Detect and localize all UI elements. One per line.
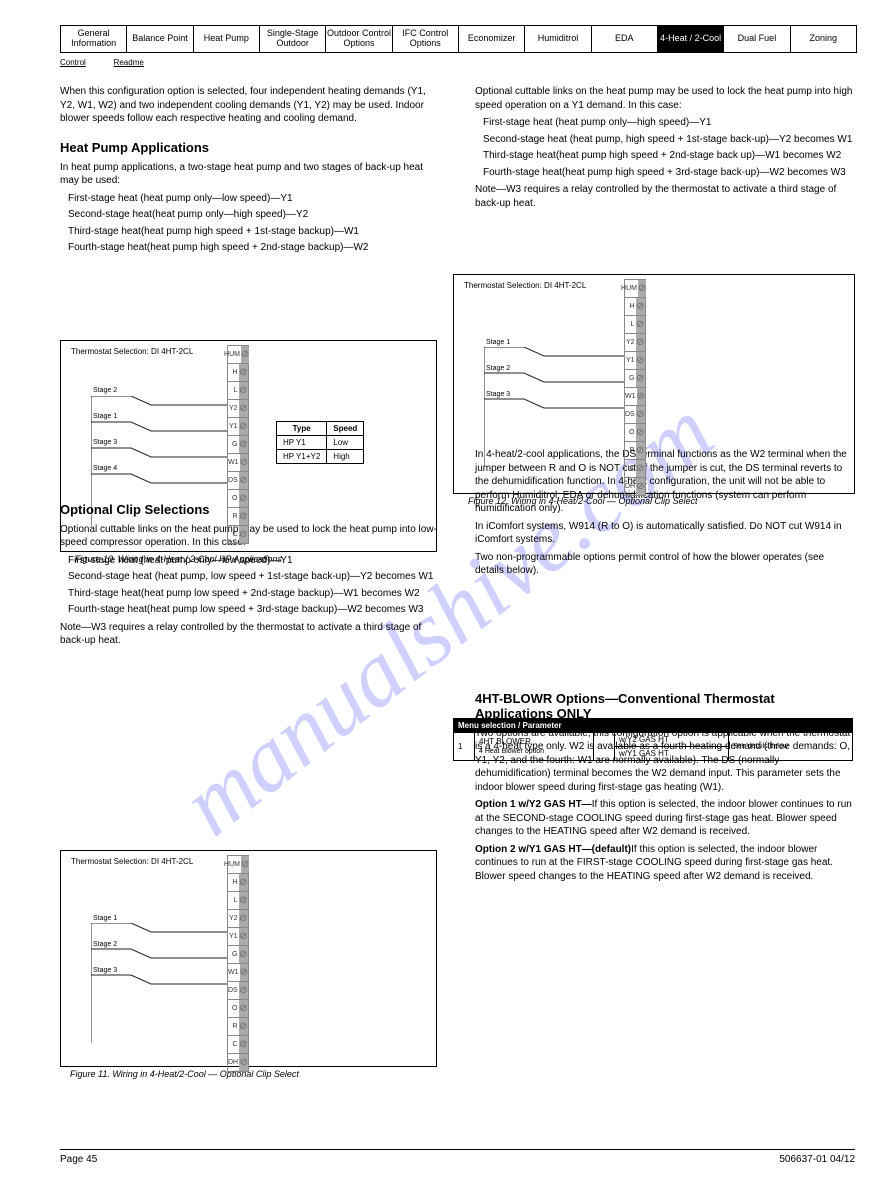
- figure-10: Thermostat Selection: DI 4HT-2CL HUM⊘ H⊘…: [60, 340, 437, 552]
- tab-single-stage-outdoor[interactable]: Single-Stage Outdoor: [260, 26, 326, 52]
- footer-doc: 506637-01 04/12: [779, 1154, 855, 1165]
- config-table: Menu selection / Parameter 1 4HT BLOWER4…: [453, 718, 853, 761]
- right-intro: Optional cuttable links on the heat pump…: [475, 85, 855, 112]
- fig11-lbl-s3: Stage 3: [93, 967, 117, 974]
- fig12-lbl-s2: Stage 2: [486, 365, 510, 372]
- fig11-lbl-s1: Stage 1: [93, 915, 117, 922]
- right-b1d: Fourth-stage heat(heat pump high speed +…: [483, 166, 855, 180]
- left-heading-hp-apps: Heat Pump Applications: [60, 140, 440, 155]
- fig10-lbl-s4: Stage 4: [93, 465, 117, 472]
- left-b1a: First-stage heat (heat pump only—low spe…: [68, 192, 440, 206]
- fig10-caption: Figure 10. Wiring in 4-Heat / 2-Cool HP …: [75, 554, 282, 564]
- left-note1: Note—W3 requires a relay controlled by t…: [60, 621, 440, 648]
- fig12-lbl-s1: Stage 1: [486, 339, 510, 346]
- figure-11: Thermostat Selection: DI 4HT-2CL HUM⊘ H⊘…: [60, 850, 437, 1067]
- left-hp-desc: In heat pump applications, a two-stage h…: [60, 161, 440, 188]
- sublink-control[interactable]: Control: [60, 58, 86, 67]
- tab-dual-fuel[interactable]: Dual Fuel: [724, 26, 790, 52]
- fig12-topnote: Thermostat Selection: DI 4HT-2CL: [464, 281, 586, 290]
- left-b1c: Third-stage heat(heat pump high speed + …: [68, 225, 440, 239]
- fig11-topnote: Thermostat Selection: DI 4HT-2CL: [71, 857, 193, 866]
- tab-general-information[interactable]: General Information: [61, 26, 127, 52]
- tab-zoning[interactable]: Zoning: [791, 26, 856, 52]
- left-b1d: Fourth-stage heat(heat pump high speed +…: [68, 241, 440, 255]
- left-b2d: Fourth-stage heat(heat pump low speed + …: [68, 603, 440, 617]
- tab-outdoor-control-options[interactable]: Outdoor Control Options: [326, 26, 392, 52]
- tab-heat-pump[interactable]: Heat Pump: [194, 26, 260, 52]
- fig11-lbl-s2: Stage 2: [93, 941, 117, 948]
- right-b1a: First-stage heat (heat pump only—high sp…: [483, 116, 855, 130]
- fig10-lbl-s3: Stage 3: [93, 439, 117, 446]
- right-opt2: Option 2 w/Y1 GAS HT—(default)If this op…: [475, 843, 855, 884]
- right-p3: In iComfort systems, W914 (R to O) is au…: [475, 520, 855, 547]
- left-b1b: Second-stage heat(heat pump only—high sp…: [68, 208, 440, 222]
- right-p4: Two non-programmable options permit cont…: [475, 551, 855, 578]
- tab-sublinks: Control Readme: [60, 57, 169, 68]
- tab-balance-point[interactable]: Balance Point: [127, 26, 193, 52]
- fig12-lbl-s3: Stage 3: [486, 391, 510, 398]
- page-footer: Page 45 506637-01 04/12: [60, 1149, 855, 1165]
- right-note1: Note—W3 requires a relay controlled by t…: [475, 183, 855, 210]
- tab-ifc-control-options[interactable]: IFC Control Options: [393, 26, 459, 52]
- figure-12: Thermostat Selection: DI 4HT-2CL HUM⊘ H⊘…: [453, 274, 855, 494]
- tab-humiditrol[interactable]: Humiditrol: [525, 26, 591, 52]
- left-b2c: Third-stage heat(heat pump low speed + 2…: [68, 587, 440, 601]
- fig12-caption: Figure 12. Wiring in 4-Heat/2-Cool — Opt…: [468, 496, 698, 506]
- tab-4heat-2cool[interactable]: 4-Heat / 2-Cool: [658, 26, 724, 52]
- left-b2b: Second-stage heat (heat pump, low speed …: [68, 570, 440, 584]
- right-heading-blower: 4HT-BLOWR Options—Conventional Thermosta…: [475, 691, 855, 721]
- right-b1b: Second-stage heat (heat pump, high speed…: [483, 133, 855, 147]
- left-intro: When this configuration option is select…: [60, 85, 440, 126]
- fig10-topnote: Thermostat Selection: DI 4HT-2CL: [71, 347, 193, 356]
- right-opt1: Option 1 w/Y2 GAS HT—If this option is s…: [475, 798, 855, 839]
- nav-tabs: General Information Balance Point Heat P…: [60, 25, 857, 53]
- fig11-caption: Figure 11. Wiring in 4-Heat/2-Cool — Opt…: [70, 1069, 299, 1079]
- fig10-lbl-s1: Stage 1: [93, 413, 117, 420]
- right-b1c: Third-stage heat(heat pump high speed + …: [483, 149, 855, 163]
- footer-page: Page 45: [60, 1154, 97, 1165]
- tab-economizer[interactable]: Economizer: [459, 26, 525, 52]
- sublink-readme[interactable]: Readme: [114, 58, 144, 67]
- fig10-lbl-s2: Stage 2: [93, 387, 117, 394]
- fig10-table: TypeSpeed HP Y1Low HP Y1+Y2High: [276, 421, 364, 464]
- tab-eda[interactable]: EDA: [592, 26, 658, 52]
